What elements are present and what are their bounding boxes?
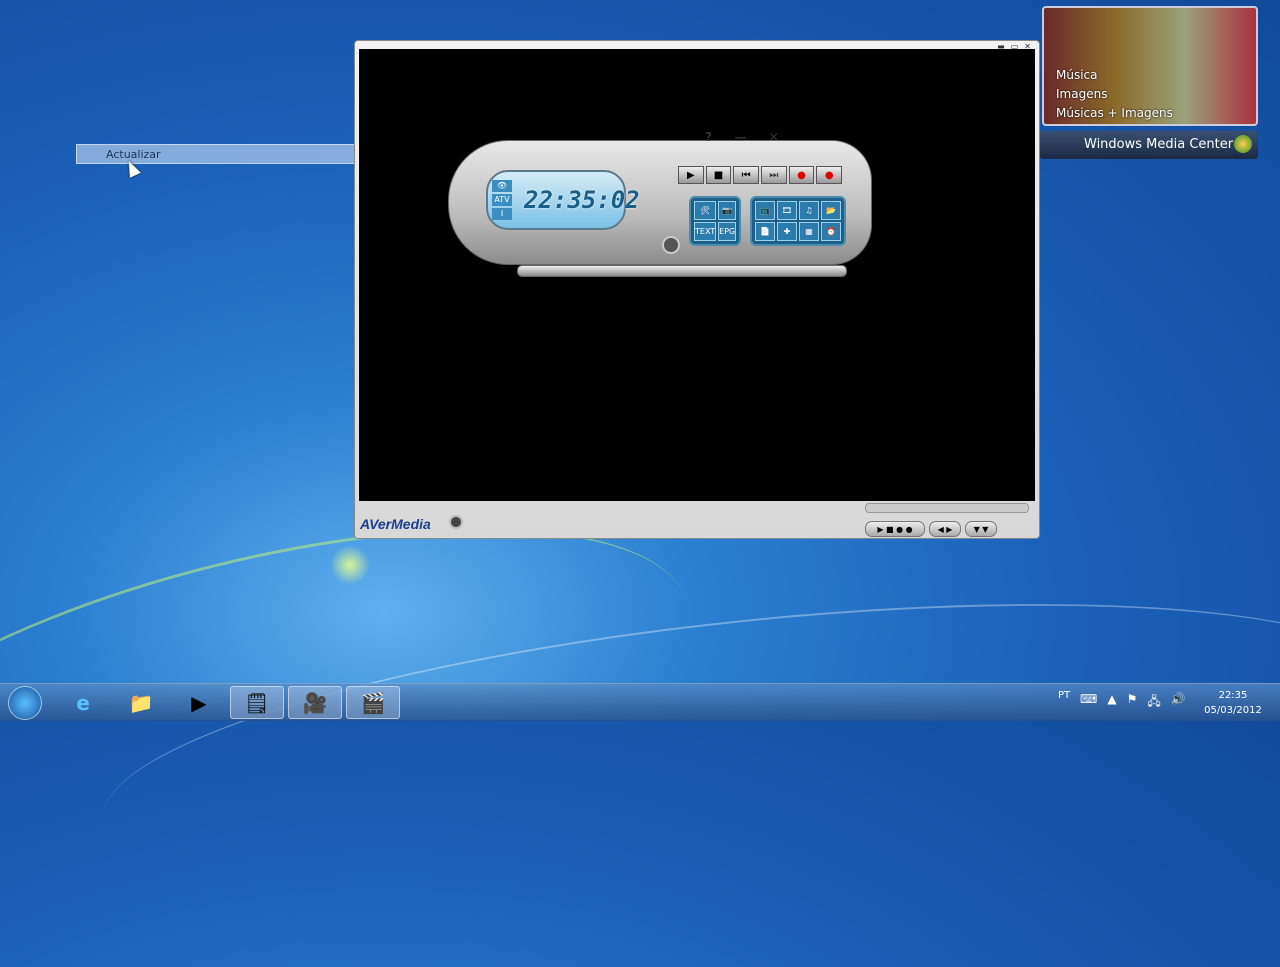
settings-icon[interactable]: 🛠 bbox=[694, 201, 717, 220]
refresh-tooltip[interactable]: Actualizar bbox=[76, 144, 385, 164]
mini-nav-button[interactable]: ◀ ▶ bbox=[929, 521, 961, 537]
ie-icon[interactable]: e bbox=[56, 686, 110, 719]
timeshift-button[interactable]: ● bbox=[788, 166, 815, 184]
panel-slider[interactable] bbox=[517, 265, 847, 277]
stop-button[interactable]: ■ bbox=[705, 166, 732, 184]
alarm-icon[interactable]: ⏰ bbox=[821, 222, 841, 241]
help-button[interactable]: ? bbox=[705, 130, 712, 148]
movie-app-icon[interactable]: 🎬 bbox=[346, 686, 400, 719]
start-button[interactable] bbox=[8, 686, 42, 720]
atv-icon[interactable]: ATV bbox=[492, 194, 512, 206]
media-player-icon[interactable]: ▶ bbox=[172, 686, 226, 719]
mini-transport-button[interactable]: ▶ ■ ● ● bbox=[865, 521, 925, 537]
snapshot-icon[interactable]: 📷 bbox=[718, 201, 737, 220]
flag-icon[interactable]: ⚑ bbox=[1127, 692, 1138, 713]
media-center-bar[interactable]: Windows Media Center bbox=[1040, 131, 1258, 159]
volume-knob[interactable] bbox=[662, 236, 680, 254]
volume-icon[interactable]: 🔊 bbox=[1171, 692, 1186, 713]
brand-button[interactable] bbox=[449, 515, 463, 529]
explorer-icon[interactable]: 📁 bbox=[114, 686, 168, 719]
lcd-mode-icons: 👁 ATV I bbox=[492, 180, 512, 222]
input-icon[interactable]: I bbox=[492, 208, 512, 220]
view-icon[interactable]: 👁 bbox=[492, 180, 512, 192]
wallpaper-glow bbox=[330, 545, 370, 585]
clock-time: 22:35 bbox=[1218, 690, 1248, 701]
player-panel: ? — ✕ 👁 ATV I 22:35:02 ▶ ■ ⏮ ⏭ ● ● 🛠 📷 T… bbox=[448, 130, 872, 280]
tools-group: 🛠 📷 TEXT EPG bbox=[689, 196, 741, 246]
media-center-item[interactable]: Imagens bbox=[1056, 85, 1173, 104]
mini-dropdown-button[interactable]: ▼ ▼ bbox=[965, 521, 997, 537]
seek-bar[interactable] bbox=[865, 503, 1029, 513]
media-center-list: Música Imagens Músicas + Imagens bbox=[1056, 66, 1173, 123]
language-indicator[interactable]: PT bbox=[1058, 690, 1070, 701]
media-center-item[interactable]: Música bbox=[1056, 66, 1173, 85]
lcd-display: 👁 ATV I 22:35:02 bbox=[486, 170, 640, 230]
tv-icon[interactable]: 📺 bbox=[755, 201, 775, 220]
notes-icon[interactable]: 🗒 bbox=[230, 686, 284, 719]
media-center-item[interactable]: Músicas + Imagens bbox=[1056, 104, 1173, 123]
media-center-title: Windows Media Center bbox=[1084, 137, 1234, 152]
next-button[interactable]: ⏭ bbox=[761, 166, 787, 184]
mini-controls: ▶ ■ ● ● ◀ ▶ ▼ ▼ bbox=[865, 521, 997, 537]
panel-minimize-button[interactable]: — bbox=[734, 130, 746, 148]
windows-orb-icon bbox=[1234, 135, 1252, 153]
avermedia-window: ▬ ▭ ✕ AVerMedia ▶ ■ ● ● ◀ ▶ ▼ ▼ bbox=[354, 40, 1040, 539]
add-icon[interactable]: ✚ bbox=[777, 222, 797, 241]
panel-close-button[interactable]: ✕ bbox=[769, 130, 779, 148]
record-button[interactable]: ● bbox=[816, 166, 843, 184]
file-icon[interactable]: 📄 bbox=[755, 222, 775, 241]
folder-icon[interactable]: 📂 bbox=[821, 201, 841, 220]
taskbar: e 📁 ▶ 🗒 🎥 🎬 PT ⌨ ▲ ⚑ 🖧 🔊 22:35 05/03/201… bbox=[0, 683, 1280, 721]
previous-button[interactable]: ⏮ bbox=[733, 166, 760, 184]
media-group: 📺 🎞 ♫ 📂 📄 ✚ ▦ ⏰ bbox=[750, 196, 846, 246]
teletext-button[interactable]: TEXT bbox=[694, 222, 717, 241]
camera-app-icon[interactable]: 🎥 bbox=[288, 686, 342, 719]
media-center-gadget[interactable]: Música Imagens Músicas + Imagens bbox=[1042, 6, 1258, 126]
system-clock[interactable]: 22:35 05/03/2012 bbox=[1198, 688, 1268, 718]
play-button[interactable]: ▶ bbox=[678, 166, 704, 184]
lcd-clock: 22:35:02 bbox=[524, 186, 640, 214]
grid-icon[interactable]: ▦ bbox=[799, 222, 819, 241]
clock-date: 05/03/2012 bbox=[1204, 705, 1262, 716]
tray-icons: ⌨ ▲ ⚑ 🖧 🔊 bbox=[1080, 692, 1186, 713]
brand-logo: AVerMedia bbox=[360, 516, 431, 532]
transport-controls: ▶ ■ ⏮ ⏭ ● ● bbox=[678, 166, 843, 184]
panel-top-controls: ? — ✕ bbox=[694, 130, 790, 148]
keyboard-icon[interactable]: ⌨ bbox=[1080, 692, 1097, 713]
epg-button[interactable]: EPG bbox=[718, 222, 737, 241]
video-icon[interactable]: 🎞 bbox=[777, 201, 797, 220]
music-icon[interactable]: ♫ bbox=[799, 201, 819, 220]
show-hidden-icon[interactable]: ▲ bbox=[1107, 692, 1116, 713]
network-icon[interactable]: 🖧 bbox=[1147, 692, 1160, 713]
